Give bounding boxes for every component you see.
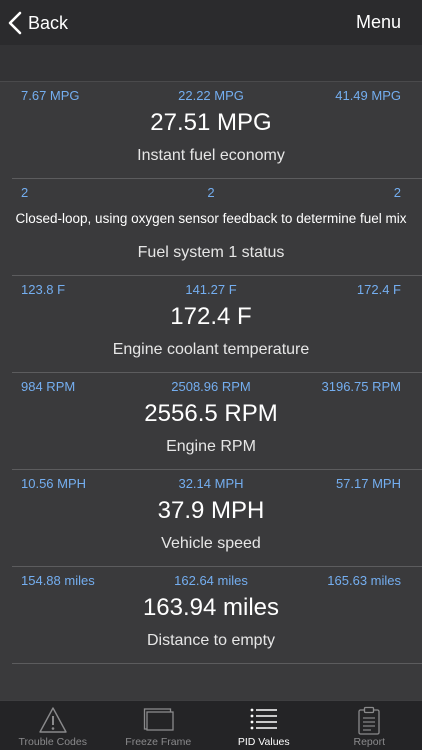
pid-min-value: 154.88 miles — [21, 573, 95, 588]
pid-max-value: 165.63 miles — [327, 573, 401, 588]
navigation-bar: Back Menu — [0, 0, 422, 45]
pid-current-value: 172.4 F — [170, 303, 252, 330]
pid-stats: 2 2 2 — [21, 185, 401, 201]
pid-stats: 123.8 F 141.27 F 172.4 F — [21, 282, 401, 298]
pid-max-value: 3196.75 RPM — [321, 379, 402, 394]
tab-label: Freeze Frame — [125, 736, 192, 748]
section-header — [0, 45, 422, 82]
pid-name: Engine RPM — [166, 438, 256, 455]
pid-average-value: 2 — [207, 185, 215, 200]
pid-row-fuel-system-status[interactable]: 2 2 2 Closed-loop, using oxygen sensor f… — [12, 179, 422, 276]
pid-stats: 10.56 MPH 32.14 MPH 57.17 MPH — [21, 476, 401, 492]
tab-label: Trouble Codes — [18, 736, 87, 748]
pid-row-distance-to-empty[interactable]: 154.88 miles 162.64 miles 165.63 miles 1… — [12, 567, 422, 664]
pid-stats: 154.88 miles 162.64 miles 165.63 miles — [21, 573, 401, 589]
pid-stats: 984 RPM 2508.96 RPM 3196.75 RPM — [21, 379, 401, 395]
pid-min-value: 2 — [21, 185, 29, 200]
tab-label: PID Values — [237, 736, 290, 748]
pid-list[interactable]: 7.67 MPG 22.22 MPG 41.49 MPG 27.51 MPG I… — [0, 82, 422, 664]
tab-freeze-frame[interactable]: Freeze Frame — [106, 701, 212, 750]
pid-row-instant-fuel-economy[interactable]: 7.67 MPG 22.22 MPG 41.49 MPG 27.51 MPG I… — [12, 82, 422, 179]
pid-average-value: 32.14 MPH — [178, 476, 244, 491]
tab-trouble-codes[interactable]: Trouble Codes — [0, 701, 106, 750]
pid-current-value: Closed-loop, using oxygen sensor feedbac… — [15, 211, 407, 226]
pid-row-vehicle-speed[interactable]: 10.56 MPH 32.14 MPH 57.17 MPH 37.9 MPH V… — [12, 470, 422, 567]
pid-stats: 7.67 MPG 22.22 MPG 41.49 MPG — [21, 88, 401, 104]
pid-current-value: 163.94 miles — [142, 594, 280, 621]
pid-max-value: 172.4 F — [356, 282, 401, 297]
pid-name: Fuel system 1 status — [137, 244, 285, 261]
pid-name: Instant fuel economy — [137, 147, 285, 164]
pid-min-value: 123.8 F — [21, 282, 66, 297]
tab-label: Report — [353, 736, 385, 748]
pid-max-value: 41.49 MPG — [335, 88, 401, 103]
back-button[interactable]: Back — [8, 6, 68, 40]
tab-pid-values[interactable]: PID Values — [211, 701, 317, 750]
pid-average-value: 162.64 miles — [174, 573, 248, 588]
pid-average-value: 22.22 MPG — [178, 88, 244, 103]
back-label: Back — [28, 12, 69, 33]
pid-max-value: 2 — [393, 185, 401, 200]
pid-min-value: 7.67 MPG — [21, 88, 80, 103]
pid-current-value: 2556.5 RPM — [144, 400, 278, 427]
pid-max-value: 57.17 MPH — [335, 476, 401, 491]
tab-bar: Trouble Codes Freeze Frame PID Values Re… — [0, 700, 422, 750]
chevron-left-icon — [8, 11, 22, 35]
pid-min-value: 10.56 MPH — [21, 476, 87, 491]
pid-name: Vehicle speed — [161, 535, 261, 552]
pid-current-value: 37.9 MPH — [157, 497, 265, 524]
list-icon — [249, 706, 279, 735]
pid-name: Distance to empty — [146, 632, 276, 649]
pid-row-engine-rpm[interactable]: 984 RPM 2508.96 RPM 3196.75 RPM 2556.5 R… — [12, 373, 422, 470]
menu-button[interactable]: Menu — [356, 12, 401, 33]
app-window: Back Menu 7.67 MPG 22.22 MPG 41.49 MPG 2… — [0, 0, 422, 750]
warning-triangle-icon — [38, 706, 68, 739]
pid-name: Engine coolant temperature — [112, 341, 310, 358]
tab-report[interactable]: Report — [317, 701, 422, 750]
pid-average-value: 2508.96 RPM — [171, 379, 251, 394]
pid-current-value: 27.51 MPG — [150, 109, 272, 136]
stacked-frames-icon — [142, 706, 174, 737]
pid-average-value: 141.27 F — [185, 282, 237, 297]
pid-row-engine-coolant-temperature[interactable]: 123.8 F 141.27 F 172.4 F 172.4 F Engine … — [12, 276, 422, 373]
pid-min-value: 984 RPM — [21, 379, 76, 394]
